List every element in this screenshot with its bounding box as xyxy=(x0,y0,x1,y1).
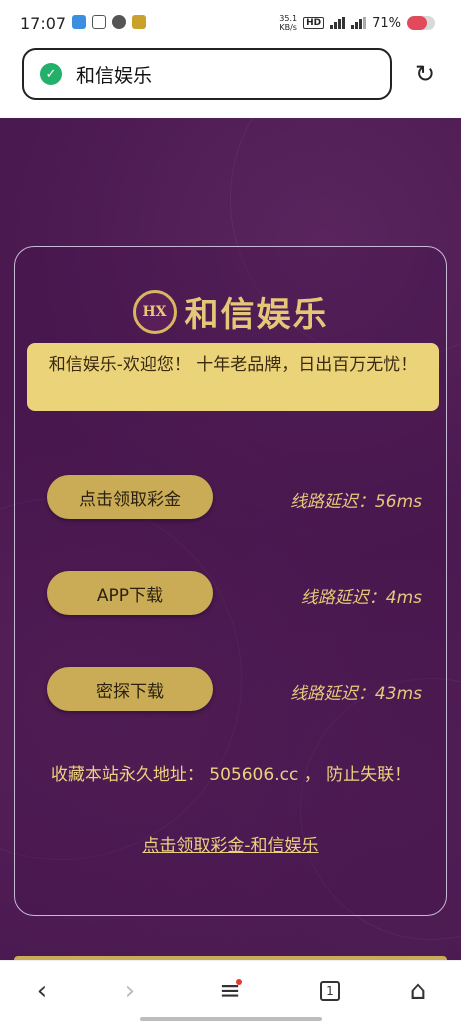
wechat-icon xyxy=(112,15,126,29)
net-speed-value: 35.1 xyxy=(279,14,298,23)
tab-count: 1 xyxy=(320,981,340,1001)
net-speed-unit: KB/s xyxy=(279,23,297,32)
battery-fill xyxy=(407,16,427,30)
route-latency: 线路延迟：43ms xyxy=(289,684,422,704)
forward-icon[interactable]: › xyxy=(110,975,150,1007)
net-speed: 35.1 KB/s xyxy=(279,14,297,32)
hd-icon: HD xyxy=(303,17,325,29)
logo-text: 和信娱乐 xyxy=(184,295,329,335)
back-icon[interactable]: ‹ xyxy=(22,975,62,1007)
status-bar: 17:07 35.1 KB/s HD 71% xyxy=(0,0,461,46)
route-latency: 线路延迟：4ms xyxy=(300,588,422,608)
browser-toolbar: ✓ 和信娱乐 ↻ xyxy=(0,46,461,118)
notification-icons xyxy=(72,15,146,29)
game-notification-icon xyxy=(132,15,146,29)
claim-bonus-button[interactable]: 点击领取彩金 xyxy=(47,475,213,519)
menu-icon[interactable]: ≡ xyxy=(210,975,250,1007)
message-notification-icon xyxy=(92,15,106,29)
address-bar[interactable]: ✓ 和信娱乐 xyxy=(22,48,392,100)
route-row: APP下载 线路延迟：4ms xyxy=(15,571,446,617)
reload-icon[interactable]: ↻ xyxy=(411,60,439,88)
permanent-address-text: 收藏本站永久地址： 505606.cc ， 防止失联！ xyxy=(50,765,412,785)
page-content: HX 和信娱乐 和信娱乐-欢迎您！ 十年老品牌，日出百万无忧！ 点击领取彩金 线… xyxy=(0,118,461,960)
route-row: 点击领取彩金 线路延迟：56ms xyxy=(15,475,446,521)
browser-nav-bar: ‹ › ≡ 1 ⌂ xyxy=(0,960,461,1025)
status-time: 17:07 xyxy=(20,14,67,33)
logo: HX 和信娱乐 xyxy=(15,287,446,336)
battery-percent: 71% xyxy=(372,15,401,31)
status-indicators: 35.1 KB/s HD 71% xyxy=(279,14,435,32)
logo-emblem-icon: HX xyxy=(132,289,177,334)
home-icon[interactable]: ⌂ xyxy=(398,975,438,1007)
tabs-button[interactable]: 1 xyxy=(310,975,350,1007)
route-row: 密探下载 线路延迟：43ms xyxy=(15,667,446,713)
claim-bonus-link[interactable]: 点击领取彩金-和信娱乐 xyxy=(15,831,446,856)
app-download-button[interactable]: APP下载 xyxy=(47,571,213,615)
signal-icon-2 xyxy=(351,17,367,29)
mitan-download-button[interactable]: 密探下载 xyxy=(47,667,213,711)
welcome-notice: 和信娱乐-欢迎您！ 十年老品牌，日出百万无忧！ xyxy=(27,343,439,411)
menu-notification-dot xyxy=(236,979,242,985)
route-latency: 线路延迟：56ms xyxy=(289,492,422,512)
page-title: 和信娱乐 xyxy=(76,64,153,87)
home-indicator xyxy=(140,1017,322,1021)
battery-icon xyxy=(407,16,435,30)
signal-icon xyxy=(330,17,346,29)
secure-shield-icon: ✓ xyxy=(40,63,62,85)
app-notification-icon xyxy=(72,15,86,29)
welcome-card: HX 和信娱乐 和信娱乐-欢迎您！ 十年老品牌，日出百万无忧！ 点击领取彩金 线… xyxy=(14,246,447,916)
